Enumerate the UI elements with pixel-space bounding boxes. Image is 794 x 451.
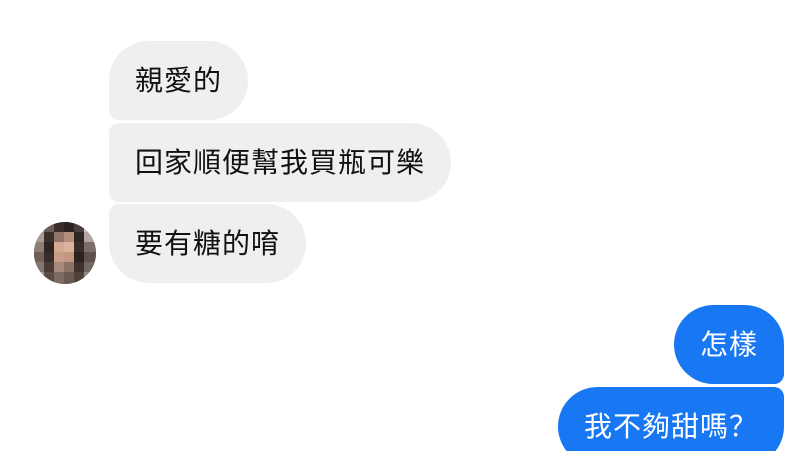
incoming-message-bubble[interactable]: 親愛的 <box>109 41 249 120</box>
message-text: 要有糖的唷 <box>135 227 281 260</box>
message-text: 回家順便幫我買瓶可樂 <box>135 146 426 179</box>
message-text: 親愛的 <box>135 64 223 97</box>
contact-avatar[interactable] <box>34 222 96 284</box>
message-text: 我不夠甜嗎？ <box>583 410 758 443</box>
incoming-message-bubble[interactable]: 要有糖的唷 <box>109 204 307 283</box>
pixelated-profile-photo-icon <box>34 222 96 284</box>
incoming-message-bubble[interactable]: 回家順便幫我買瓶可樂 <box>109 123 452 202</box>
outgoing-message-bubble[interactable]: 怎樣 <box>673 305 784 384</box>
chat-thread: 親愛的 回家順便幫我買瓶可樂 要有糖的唷 怎樣 我不夠甜嗎？ <box>0 0 794 451</box>
message-text: 怎樣 <box>699 328 758 361</box>
outgoing-message-bubble[interactable]: 我不夠甜嗎？ <box>557 387 784 451</box>
